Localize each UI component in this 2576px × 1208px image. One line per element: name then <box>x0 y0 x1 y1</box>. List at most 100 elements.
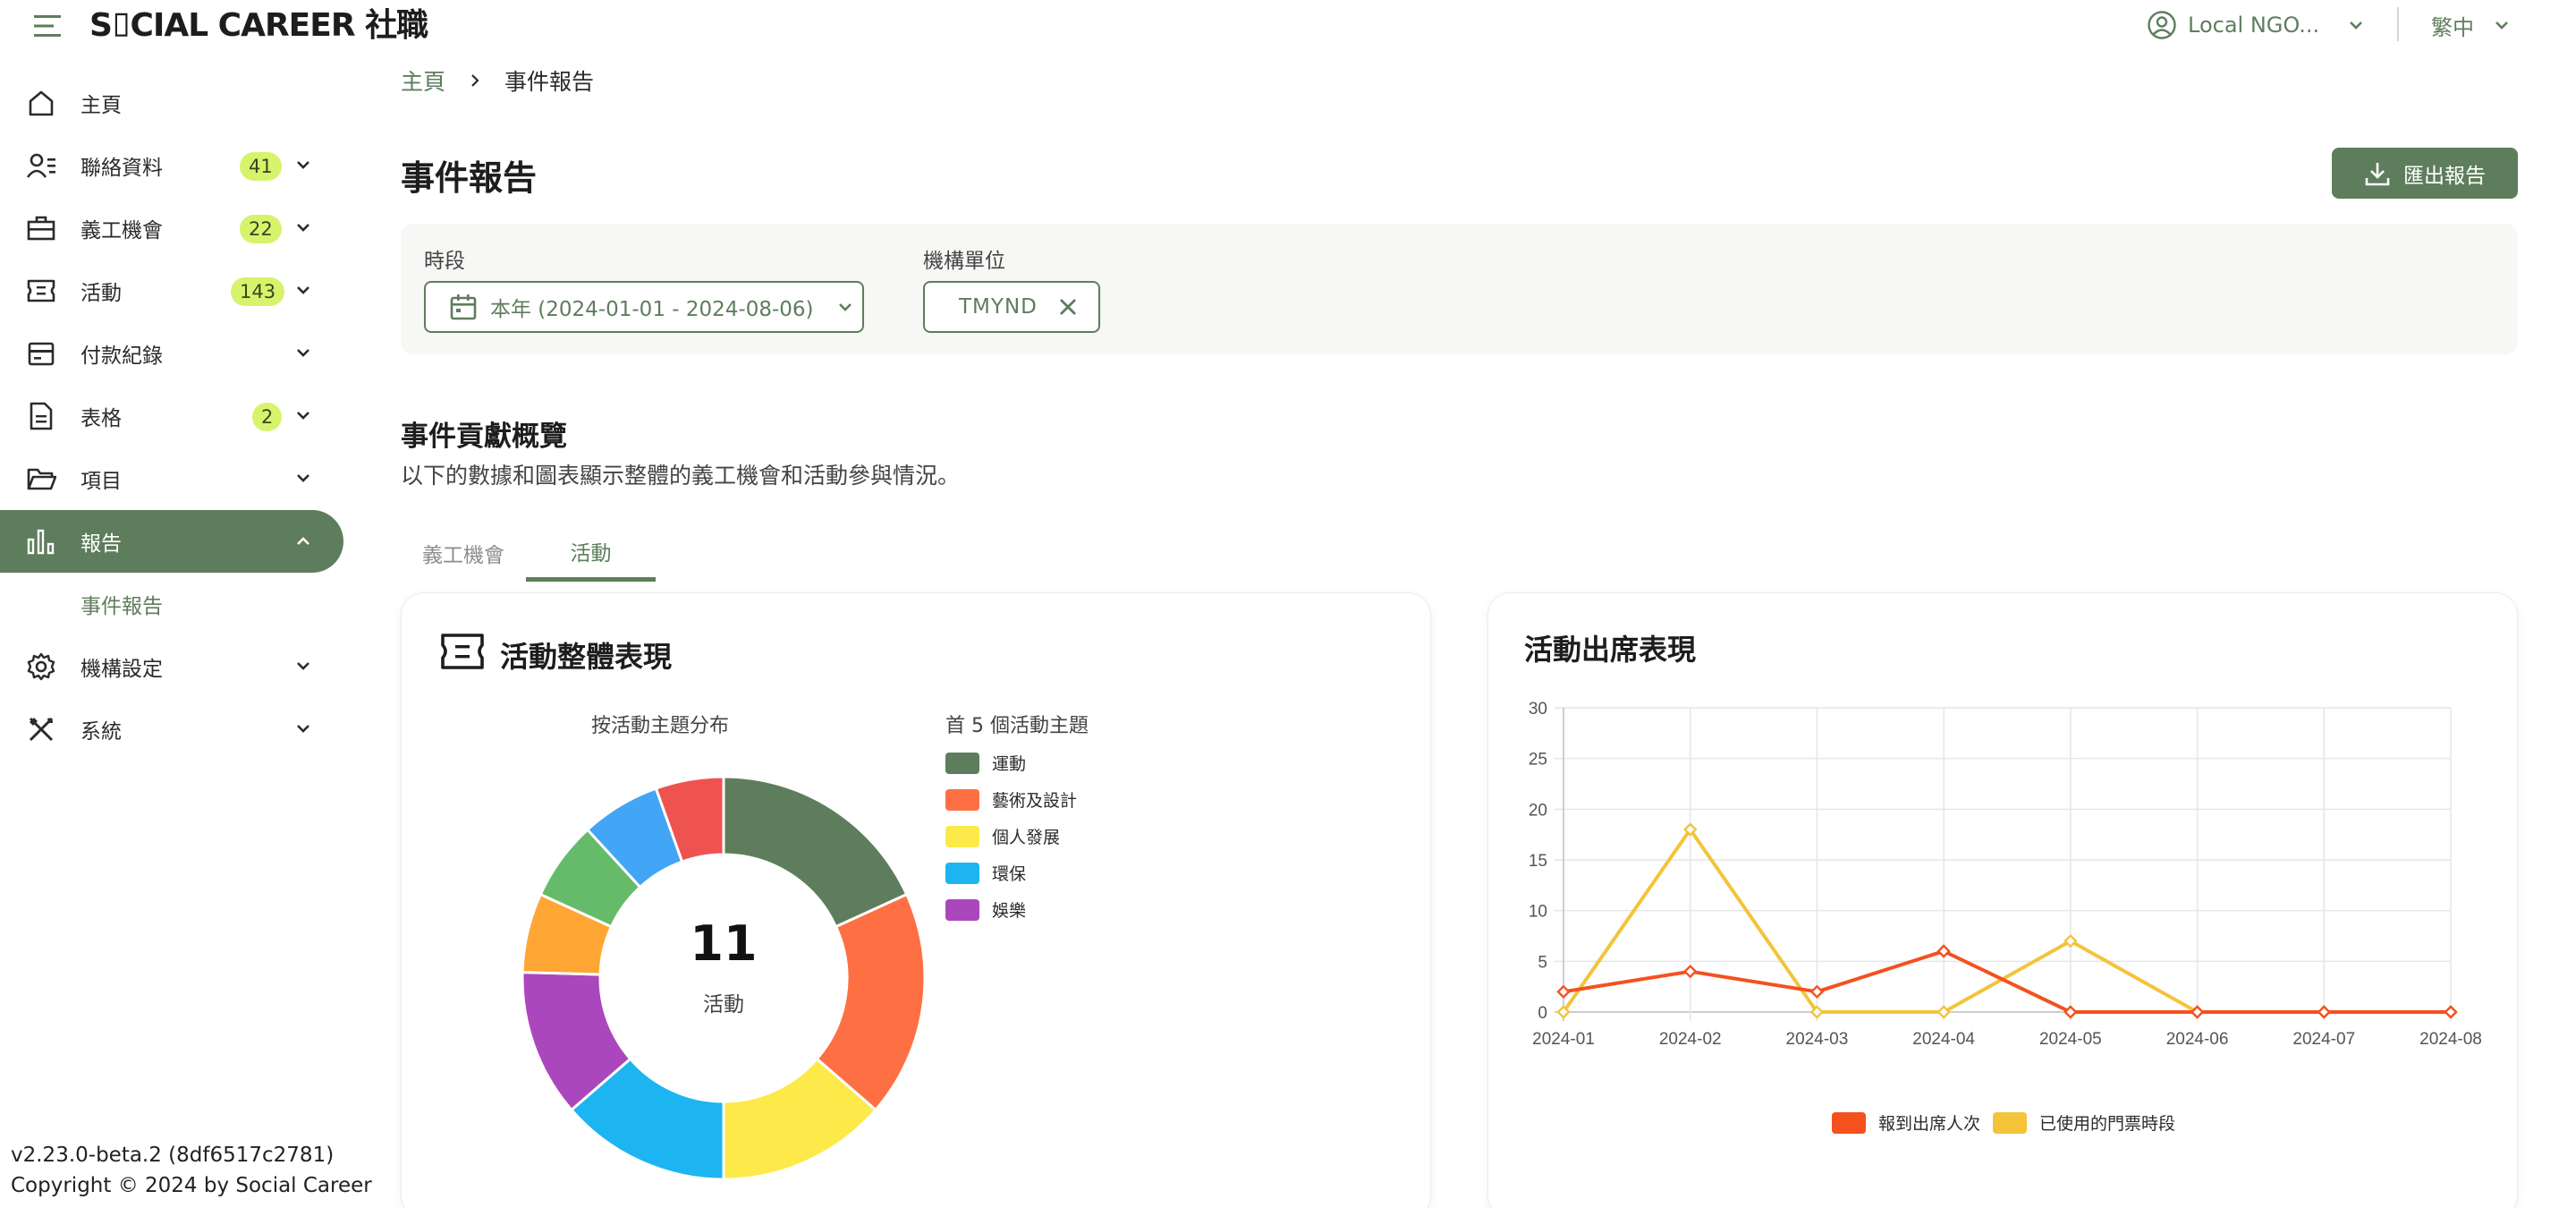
sidebar-item-system[interactable]: 系統 <box>0 698 344 761</box>
org-unit-label: 機構單位 <box>923 250 1005 273</box>
org-selector[interactable]: Local NGO... <box>2147 7 2366 43</box>
chevron-down-icon <box>297 412 309 420</box>
legend-label: 運動 <box>992 754 1027 774</box>
sidebar-item-payments[interactable]: 付款紀錄 <box>0 322 344 385</box>
export-report-button[interactable]: 匯出報告 <box>2332 148 2518 199</box>
sidebar-item-contacts[interactable]: 聯絡資料 41 <box>0 134 344 197</box>
data-point[interactable] <box>1556 984 1571 1000</box>
x-tick-label: 2024-06 <box>2166 1030 2229 1049</box>
version-text: v2.23.0-beta.2 (8df6517c2781) <box>11 1144 335 1167</box>
x-tick-label: 2024-07 <box>2292 1030 2355 1049</box>
app-logo[interactable]: S⌷CIAL CAREER 社職 <box>89 5 428 47</box>
sidebar-item-forms[interactable]: 表格 2 <box>0 385 344 447</box>
donut-slice[interactable] <box>722 775 909 929</box>
legend-label: 報到出席人次 <box>1878 1114 1981 1134</box>
sidebar-item-reports[interactable]: 報告 <box>0 510 343 573</box>
y-tick-label: 25 <box>1529 751 1547 770</box>
export-button-label: 匯出報告 <box>2403 164 2486 188</box>
sidebar-item-org-settings[interactable]: 機構設定 <box>0 635 344 698</box>
page-title: 事件報告 <box>401 158 538 198</box>
chevron-down-icon <box>297 474 309 482</box>
sidebar-item-label: 付款紀錄 <box>80 345 163 368</box>
activity-card-title: 活動整體表現 <box>500 640 673 674</box>
menu-icon[interactable] <box>32 13 63 39</box>
x-tick-label: 2024-04 <box>1912 1030 1975 1049</box>
series-line <box>1562 828 2451 1014</box>
sidebar-item-label: 報告 <box>80 532 122 556</box>
document-icon <box>25 400 57 432</box>
sidebar-item-projects[interactable]: 項目 <box>0 447 344 510</box>
donut-caption: 按活動主題分布 <box>591 715 730 737</box>
chevron-right-icon <box>471 74 479 87</box>
tools-icon <box>25 713 57 745</box>
tab-bar: 義工機會 活動 <box>401 524 1027 582</box>
chevron-down-icon <box>2350 21 2363 30</box>
period-label: 時段 <box>424 250 465 273</box>
gear-icon <box>25 651 57 683</box>
ticket-icon <box>25 275 57 307</box>
sidebar-item-volunteer[interactable]: 義工機會 22 <box>0 197 344 259</box>
language-selector[interactable]: 繁中 <box>2431 7 2512 43</box>
payment-icon <box>25 337 57 370</box>
top-divider <box>2397 7 2399 41</box>
sidebar: 主頁 聯絡資料 41 義工機會 22 活動 143 付款紀錄 表格 2 項目 報… <box>0 72 344 761</box>
chevron-down-icon <box>297 224 309 232</box>
sidebar-item-label: 表格 <box>80 407 122 430</box>
chevron-down-icon <box>297 662 309 670</box>
breadcrumb-current: 事件報告 <box>504 69 595 95</box>
tab-volunteer[interactable]: 義工機會 <box>401 524 526 582</box>
chevron-down-icon <box>297 725 309 733</box>
chevron-down-icon <box>838 303 852 311</box>
donut-center-label: 活動 <box>703 993 744 1017</box>
sidebar-item-label: 義工機會 <box>80 219 163 242</box>
activity-overview-card: 活動整體表現 按活動主題分布 首 5 個活動主題 運動 藝術及設計 個人發展 環保 娛樂… <box>401 592 1431 1208</box>
sidebar-item-label: 機構設定 <box>80 658 163 681</box>
line-chart: 0 5 10 15 20 25 30 2024-01 2024-02 2024-03 2024-04… <box>1529 700 2482 1049</box>
sidebar-item-label: 系統 <box>80 720 122 744</box>
legend-label: 已使用的門票時段 <box>2039 1114 2176 1134</box>
period-select[interactable]: 本年 (2024-01-01 - 2024-08-06) <box>424 281 864 333</box>
top-bar: S⌷CIAL CAREER 社職 Local NGO... 繁中 <box>0 0 2576 52</box>
org-unit-value: TMYND <box>959 295 1038 319</box>
sidebar-item-label: 項目 <box>80 470 122 493</box>
ticket-icon <box>441 634 484 669</box>
legend-label: 藝術及設計 <box>992 791 1078 811</box>
sidebar-item-home[interactable]: 主頁 <box>0 72 344 134</box>
x-tick-label: 2024-05 <box>2039 1030 2102 1049</box>
filter-panel: 時段 本年 (2024-01-01 - 2024-08-06) 機構單位 TMY… <box>401 224 2518 354</box>
series-line <box>1563 949 2451 1014</box>
data-point[interactable] <box>1683 964 1698 979</box>
legend-title: 首 5 個活動主題 <box>945 715 1089 737</box>
data-point[interactable] <box>2317 1005 2331 1019</box>
close-icon[interactable] <box>1057 296 1079 318</box>
copyright-text: Copyright © 2024 by Social Career <box>11 1174 372 1197</box>
chevron-down-icon <box>297 161 309 169</box>
legend-swatch <box>1832 1111 1866 1134</box>
breadcrumb-home[interactable]: 主頁 <box>401 64 445 97</box>
breadcrumb: 主頁 事件報告 <box>401 64 594 97</box>
legend-item[interactable]: 已使用的門票時段 <box>1993 1110 2175 1135</box>
chevron-up-icon <box>297 537 309 545</box>
sidebar-item-activities[interactable]: 活動 143 <box>0 259 344 322</box>
language-label: 繁中 <box>2431 14 2474 40</box>
x-tick-label: 2024-01 <box>1532 1030 1595 1049</box>
section-title: 事件貢獻概覽 <box>401 421 567 453</box>
section-description: 以下的數據和圖表顯示整體的義工機會和活動參與情況。 <box>401 463 961 489</box>
org-unit-chip[interactable]: TMYND <box>923 281 1100 333</box>
legend-swatch <box>1993 1111 2027 1134</box>
chevron-down-icon <box>297 286 309 294</box>
count-badge: 41 <box>240 152 282 181</box>
sidebar-item-label: 主頁 <box>80 94 122 117</box>
legend-item[interactable]: 報到出席人次 <box>1832 1110 1980 1135</box>
period-value: 本年 (2024-01-01 - 2024-08-06) <box>490 298 814 321</box>
folder-icon <box>25 463 57 495</box>
y-tick-label: 20 <box>1529 801 1547 820</box>
calendar-icon <box>450 294 477 320</box>
org-selector-label: Local NGO... <box>2188 13 2320 38</box>
sidebar-subitem-event-report[interactable]: 事件報告 <box>0 573 344 635</box>
data-point[interactable] <box>1809 984 1825 1000</box>
tab-activities[interactable]: 活動 <box>526 524 656 582</box>
chevron-down-icon <box>2496 21 2508 30</box>
data-point[interactable] <box>2444 1005 2458 1019</box>
version-footer: v2.23.0-beta.2 (8df6517c2781) Copyright … <box>11 1140 372 1201</box>
